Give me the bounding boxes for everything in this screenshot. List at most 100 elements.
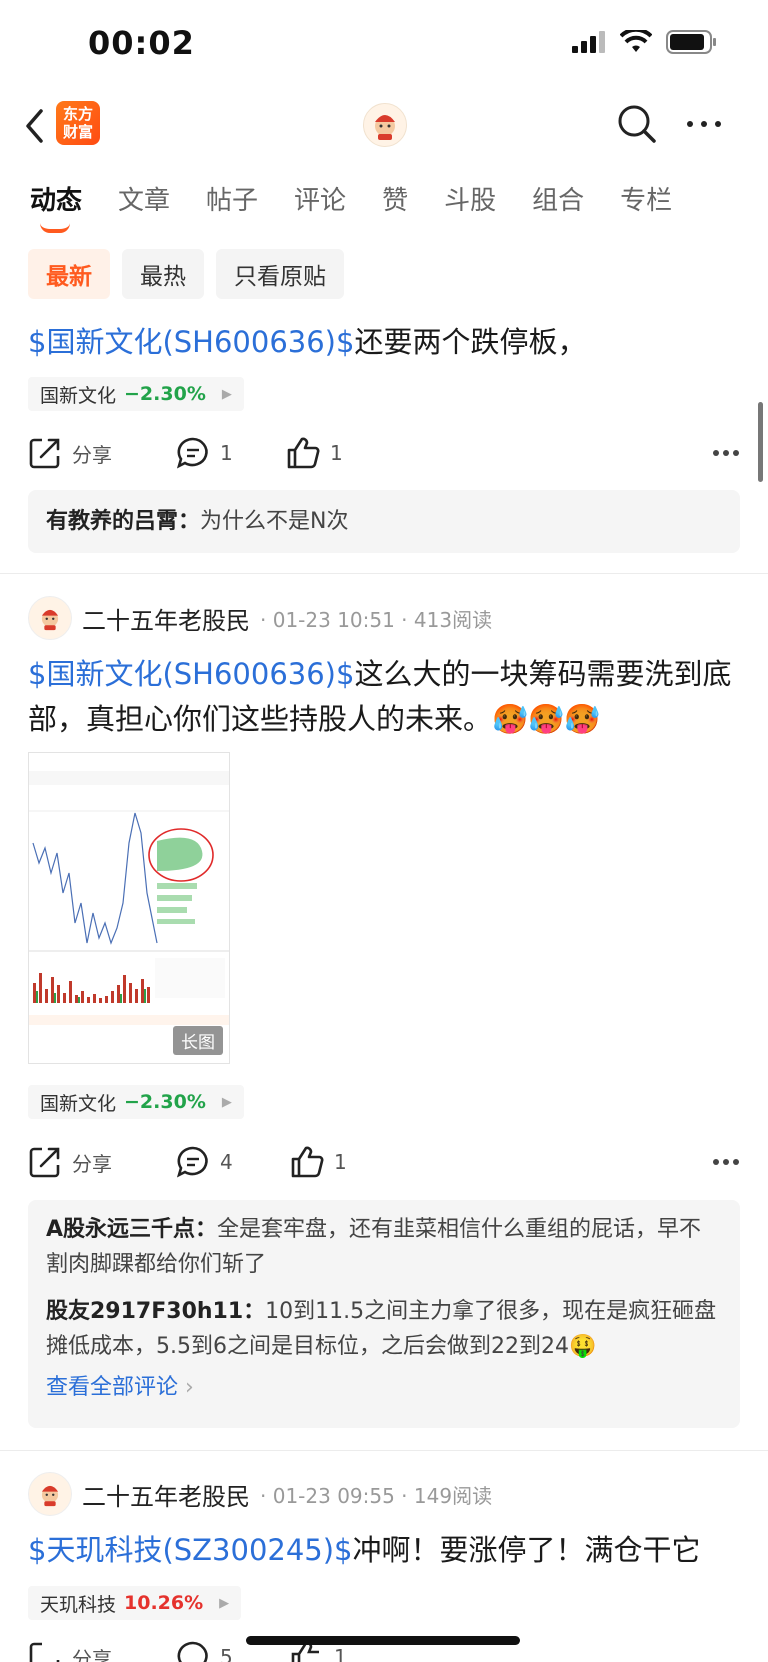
comment-count: 1	[220, 441, 233, 465]
mascot-icon	[41, 609, 59, 631]
long-image-badge: 长图	[173, 1026, 223, 1055]
more-icon[interactable]	[686, 120, 722, 128]
more-icon[interactable]	[712, 449, 740, 457]
author-name[interactable]: 二十五年老股民	[82, 601, 250, 636]
filter-chips: 最新 最热 只看原贴	[28, 249, 344, 299]
share-label: 分享	[72, 1151, 112, 1176]
read-count: 413阅读	[413, 607, 493, 632]
scrollbar[interactable]	[758, 402, 763, 482]
comment-icon	[176, 1146, 208, 1178]
stock-tag-change: −2.30%	[124, 1091, 206, 1113]
post-meta: · 01-23 09:55 · 149阅读	[260, 1483, 493, 1508]
tab-wenzhang[interactable]: 文章	[118, 180, 170, 217]
comment-button[interactable]: 1	[176, 436, 286, 470]
post-image[interactable]: 长图	[28, 752, 230, 1064]
filter-hot[interactable]: 最热	[122, 249, 204, 299]
post-2-author: 二十五年老股民 · 01-23 10:51 · 413阅读	[28, 596, 492, 640]
share-button[interactable]: 分享	[28, 1640, 176, 1662]
like-button[interactable]: 1	[290, 1145, 347, 1179]
share-button[interactable]: 分享	[28, 436, 176, 470]
share-label: 分享	[72, 1646, 112, 1662]
share-label: 分享	[72, 442, 112, 467]
search-icon[interactable]	[617, 104, 657, 144]
view-all-comments-link[interactable]: 查看全部评论 ›	[28, 1370, 740, 1405]
share-button[interactable]: 分享	[28, 1145, 176, 1179]
post-1-text[interactable]: $国新文化(SH600636)$还要两个跌停板，	[28, 320, 740, 365]
tab-zhuanlan[interactable]: 专栏	[620, 180, 672, 217]
signal-icon	[572, 31, 605, 53]
tab-pinglun[interactable]: 评论	[294, 180, 346, 217]
comment-preview[interactable]: 有教养的吕霄：为什么不是N次	[28, 490, 740, 553]
post-time: 01-23 10:51	[272, 607, 395, 632]
view-all-label: 查看全部评论	[46, 1375, 179, 1400]
comment-item: 股友2917F30h11：10到11.5之间主力拿了很多，现在是疯狂砸盘摊低成本…	[28, 1294, 740, 1364]
tab-dongtai[interactable]: 动态	[30, 180, 82, 233]
home-indicator[interactable]	[246, 1636, 520, 1645]
like-count: 1	[334, 1150, 347, 1174]
tab-dougu[interactable]: 斗股	[444, 180, 496, 217]
filter-latest[interactable]: 最新	[28, 249, 110, 299]
comment-user[interactable]: 有教养的吕霄：	[46, 509, 200, 534]
post-3-author: 二十五年老股民 · 01-23 09:55 · 149阅读	[28, 1472, 492, 1516]
stock-tag[interactable]: 国新文化 −2.30% ▶	[28, 377, 244, 411]
tab-zan[interactable]: 赞	[382, 180, 408, 217]
tab-zuhe[interactable]: 组合	[532, 180, 584, 217]
read-count: 149阅读	[413, 1483, 493, 1508]
wifi-icon	[620, 30, 652, 52]
logo-line-2: 财富	[62, 123, 93, 141]
comment-icon	[176, 437, 208, 469]
stock-tag-change: −2.30%	[124, 383, 206, 405]
comment-button[interactable]: 4	[176, 1145, 290, 1179]
tab-tiezi[interactable]: 帖子	[206, 180, 258, 217]
comment-user[interactable]: 股友2917F30h11：	[46, 1299, 265, 1324]
share-icon	[29, 438, 60, 469]
stock-tag-name: 天玑科技	[40, 1593, 117, 1616]
stock-link[interactable]: $天玑科技(SZ300245)$	[28, 1533, 353, 1567]
like-button[interactable]: 1	[286, 436, 343, 470]
triangle-right-icon: ▶	[219, 1595, 230, 1611]
avatar[interactable]	[28, 1472, 72, 1516]
triangle-right-icon: ▶	[221, 386, 232, 402]
stock-chart-thumbnail	[29, 753, 229, 1063]
tab-bar: 动态 文章 帖子 评论 赞 斗股 组合 专栏	[30, 180, 708, 233]
comment-item: A股永远三千点：全是套牢盘，还有韭菜相信什么重组的屁话，早不割肉脚踝都给你们斩了	[28, 1212, 740, 1282]
post-3-text[interactable]: $天玑科技(SZ300245)$冲啊！要涨停了！满仓干它	[28, 1528, 740, 1573]
author-name[interactable]: 二十五年老股民	[82, 1477, 250, 1512]
triangle-right-icon: ▶	[221, 1094, 232, 1110]
post-1-actions: 分享 1 1	[28, 433, 740, 473]
stock-tag[interactable]: 天玑科技 10.26% ▶	[28, 1586, 242, 1620]
post-time: 01-23 09:55	[272, 1483, 395, 1508]
stock-tag[interactable]: 国新文化 −2.30% ▶	[28, 1085, 244, 1119]
more-icon[interactable]	[712, 1158, 740, 1166]
battery-icon	[666, 30, 716, 54]
chevron-right-icon: ›	[185, 1375, 194, 1400]
share-icon	[29, 1147, 60, 1178]
comment-preview[interactable]: A股永远三千点：全是套牢盘，还有韭菜相信什么重组的屁话，早不割肉脚踝都给你们斩了…	[28, 1200, 740, 1428]
mascot-icon	[41, 1485, 59, 1507]
status-time: 00:02	[88, 24, 195, 62]
post-body: 还要两个跌停板，	[354, 325, 587, 359]
stock-link[interactable]: $国新文化(SH600636)$	[28, 325, 354, 359]
comment-count: 5	[220, 1645, 233, 1662]
stock-tag-change: 10.26%	[124, 1592, 204, 1614]
avatar[interactable]	[363, 103, 407, 147]
comment-user[interactable]: A股永远三千点：	[46, 1217, 217, 1242]
stock-tag-name: 国新文化	[40, 384, 117, 407]
comment-text: 为什么不是N次	[200, 509, 349, 534]
filter-original-only[interactable]: 只看原贴	[216, 249, 344, 299]
app-logo[interactable]: 东方 财富	[56, 101, 100, 145]
avatar[interactable]	[28, 596, 72, 640]
emoji-sweat: 🥵🥵🥵	[492, 702, 601, 736]
stock-link[interactable]: $国新文化(SH600636)$	[28, 657, 354, 691]
comment-count: 4	[220, 1150, 233, 1174]
comment-icon	[177, 1641, 208, 1662]
back-icon[interactable]	[24, 108, 44, 144]
mascot-icon	[375, 115, 395, 140]
post-body: 冲啊！要涨停了！满仓干它	[352, 1533, 701, 1567]
divider	[0, 1450, 768, 1451]
status-icons	[572, 30, 718, 54]
thumbs-up-icon	[287, 437, 320, 469]
share-icon	[29, 1642, 60, 1662]
post-2-text[interactable]: $国新文化(SH600636)$这么大的一块筹码需要洗到底部，真担心你们这些持股…	[28, 652, 740, 742]
comment-item: 有教养的吕霄：为什么不是N次	[28, 504, 366, 539]
